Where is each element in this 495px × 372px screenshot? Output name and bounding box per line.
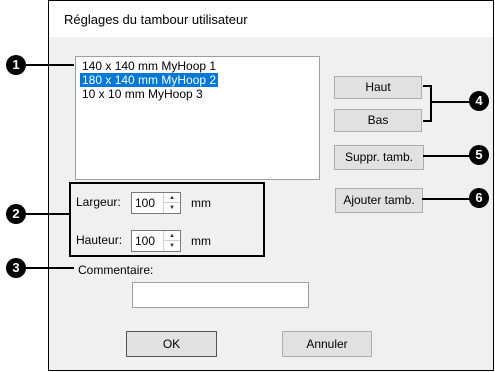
bracket-bottom xyxy=(423,120,432,122)
callout-1-icon: 1 xyxy=(6,55,26,75)
add-hoop-button[interactable]: Ajouter tamb. xyxy=(335,188,423,213)
width-label: Largeur: xyxy=(76,195,121,209)
delete-hoop-button[interactable]: Suppr. tamb. xyxy=(334,145,424,170)
list-item-selected[interactable]: 180 x 140 mm MyHoop 2 xyxy=(80,73,219,87)
user-hoop-settings-dialog: Réglages du tambour utilisateur 140 x 14… xyxy=(48,0,494,371)
callout-3-line xyxy=(26,267,74,269)
width-spinner[interactable]: 100 ▲ ▼ xyxy=(131,192,181,214)
spin-down-icon[interactable]: ▼ xyxy=(164,203,180,213)
height-spin-arrows[interactable]: ▲ ▼ xyxy=(163,231,180,251)
move-down-button[interactable]: Bas xyxy=(334,109,422,132)
callout-6-line xyxy=(422,198,471,200)
callout-1-line xyxy=(26,64,74,66)
height-value[interactable]: 100 xyxy=(135,234,155,248)
height-unit: mm xyxy=(191,234,211,248)
list-item[interactable]: 140 x 140 mm MyHoop 1 xyxy=(80,59,218,73)
comment-label: Commentaire: xyxy=(78,263,154,277)
width-unit: mm xyxy=(191,196,211,210)
move-up-button[interactable]: Haut xyxy=(334,76,422,99)
height-label: Hauteur: xyxy=(76,233,123,247)
list-item[interactable]: 10 x 10 mm MyHoop 3 xyxy=(80,87,205,101)
ok-button[interactable]: OK xyxy=(126,331,217,357)
spin-up-icon[interactable]: ▲ xyxy=(164,231,180,241)
callout-2-icon: 2 xyxy=(6,204,26,224)
callout-4-line xyxy=(431,101,471,103)
callout-5-icon: 5 xyxy=(469,145,489,165)
comment-input[interactable] xyxy=(132,282,309,308)
spin-down-icon[interactable]: ▼ xyxy=(164,241,180,251)
width-spin-arrows[interactable]: ▲ ▼ xyxy=(163,193,180,213)
callout-4-icon: 4 xyxy=(469,91,489,111)
width-value[interactable]: 100 xyxy=(135,196,155,210)
hoop-listbox[interactable]: 140 x 140 mm MyHoop 1 180 x 140 mm MyHoo… xyxy=(75,56,320,180)
bracket-vertical xyxy=(430,85,432,122)
callout-6-icon: 6 xyxy=(469,188,489,208)
callout-3-icon: 3 xyxy=(6,258,26,278)
callout-2-line xyxy=(26,213,70,215)
title-bar: Réglages du tambour utilisateur xyxy=(49,1,493,37)
height-spinner[interactable]: 100 ▲ ▼ xyxy=(131,230,181,252)
dialog-title: Réglages du tambour utilisateur xyxy=(64,12,248,27)
cancel-button[interactable]: Annuler xyxy=(282,331,372,357)
spin-up-icon[interactable]: ▲ xyxy=(164,193,180,203)
callout-5-line xyxy=(423,155,471,157)
